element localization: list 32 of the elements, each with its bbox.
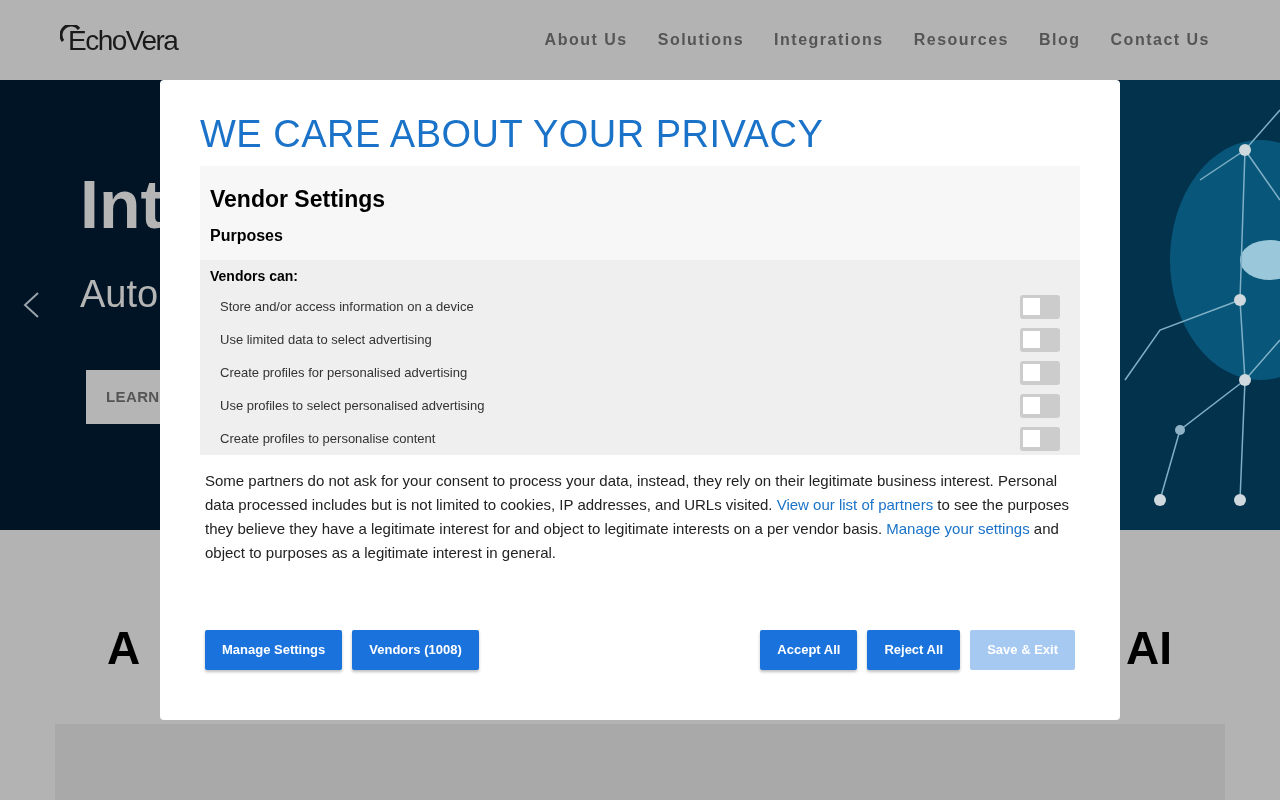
legitimate-interest-paragraph: Some partners do not ask for your consent to process your data, instead, they rely on their legitimate business interest. Personal data processed includes but is not limited to cookies, IP addresses, and URLs visited. View our list of partners to see the purposes they believe they have a legitimate interest for and object to legitimate interests on a per vendor basis. Manage your settings and object to purposes as a legitimate interest in general. bbox=[204, 471, 1071, 563]
link[interactable]: View our list of partners bbox=[776, 496, 934, 513]
nav-link[interactable]: About Us bbox=[544, 28, 628, 52]
purpose-toggle[interactable] bbox=[1020, 327, 1060, 352]
purpose-toggle[interactable] bbox=[1020, 294, 1060, 319]
nav-link[interactable]: Contact Us bbox=[1110, 28, 1210, 52]
purpose-label: Create profiles to personalise content bbox=[220, 429, 436, 448]
section-heading: AI bbox=[1126, 621, 1172, 676]
nav-link[interactable]: Integrations bbox=[774, 28, 884, 52]
purpose-label: Store and/or access information on a device bbox=[220, 297, 474, 316]
nav-link[interactable]: Solutions bbox=[657, 28, 745, 52]
hero-title: Int bbox=[80, 170, 164, 238]
hero-subtitle: Auto bbox=[80, 272, 160, 317]
dialog-button[interactable]: Reject All bbox=[867, 630, 961, 670]
settings-subtitle: Purposes bbox=[210, 226, 284, 246]
section-heading: A bbox=[107, 621, 141, 676]
settings-title: Vendor Settings bbox=[210, 185, 387, 214]
dialog-title: WE CARE ABOUT YOUR PRIVACY bbox=[200, 112, 825, 157]
purpose-label: Use profiles to select personalised advertising bbox=[220, 396, 485, 415]
logo[interactable]: EchoVera bbox=[68, 27, 178, 55]
purpose-label: Use limited data to select advertising bbox=[220, 330, 432, 349]
nav-link[interactable]: Resources bbox=[913, 28, 1009, 52]
nav-link[interactable]: Blog bbox=[1039, 28, 1081, 52]
dialog-button[interactable]: Vendors (1008) bbox=[352, 630, 479, 670]
group-label: Vendors can: bbox=[210, 267, 299, 286]
purpose-toggle[interactable] bbox=[1020, 426, 1060, 451]
dialog-button[interactable]: Manage Settings bbox=[205, 630, 343, 670]
link[interactable]: Manage your settings bbox=[886, 520, 1030, 537]
dialog-button[interactable]: Accept All bbox=[760, 630, 858, 670]
purpose-toggle[interactable] bbox=[1020, 360, 1060, 385]
purpose-toggle[interactable] bbox=[1020, 393, 1060, 418]
purpose-label: Create profiles for personalised advertising bbox=[220, 363, 468, 382]
